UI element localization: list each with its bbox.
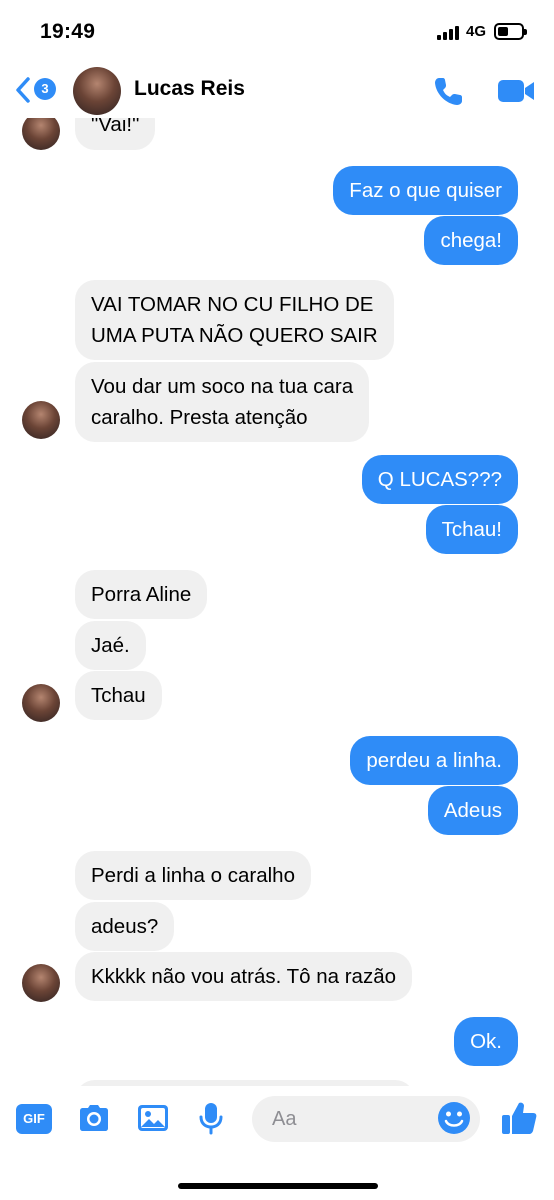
message-bubble[interactable]: Adeus — [427, 786, 518, 835]
message-bubble[interactable]: Tchau — [75, 671, 162, 720]
message-bubble[interactable]: Vou dar um soco na tua cara caralho. Pre… — [75, 362, 370, 442]
message-bubble[interactable]: Faz o que quiser — [333, 166, 518, 215]
network-label: 4G — [466, 23, 487, 40]
status-time: 19:49 — [40, 20, 96, 43]
message-bubble[interactable]: Ok. — [454, 1017, 518, 1066]
message-line: VAI TOMAR NO CU FILHO DE — [91, 293, 374, 316]
phone-icon[interactable] — [430, 74, 466, 110]
message-bubble[interactable]: Perdi a linha o caralho — [75, 851, 311, 900]
contact-avatar[interactable] — [73, 67, 121, 115]
sender-avatar — [22, 684, 60, 722]
message-bubble[interactable]: VAI TOMAR NO CU FILHO DE UMA PUTA NÃO QU… — [75, 280, 394, 360]
status-bar: 19:49 4G — [0, 0, 554, 62]
message-bubble[interactable]: Tchau! — [425, 505, 518, 554]
camera-icon[interactable] — [76, 1100, 112, 1136]
back-button[interactable]: 3 — [14, 74, 62, 106]
like-icon[interactable] — [500, 1100, 538, 1136]
contact-name[interactable]: Lucas Reis — [134, 77, 245, 101]
message-list[interactable]: "Vai!" Faz o que quiser chega! VAI TOMAR… — [0, 118, 554, 1086]
message-bubble[interactable]: Kkkkk não vou atrás. Tô na razão — [75, 952, 413, 1001]
message-bubble[interactable]: Q LUCAS??? — [361, 455, 518, 504]
battery-icon — [494, 23, 527, 40]
message-line: Vou dar um soco na tua cara — [91, 375, 354, 398]
video-call-icon[interactable] — [496, 76, 536, 106]
chevron-left-icon — [16, 77, 30, 103]
sender-avatar — [22, 118, 60, 150]
message-bubble[interactable]: "Vai!" — [75, 118, 156, 150]
signal-icon — [437, 26, 461, 40]
sender-avatar — [22, 964, 60, 1002]
unread-badge: 3 — [34, 78, 56, 100]
message-line: caralho. Presta atenção — [91, 406, 308, 429]
message-bubble[interactable]: chega! — [424, 216, 518, 265]
sender-avatar — [22, 401, 60, 439]
emoji-icon[interactable] — [437, 1101, 471, 1135]
home-indicator — [178, 1183, 378, 1189]
message-bubble[interactable]: adeus? — [75, 902, 175, 951]
image-icon[interactable] — [135, 1100, 171, 1136]
chat-header: 3 Lucas Reis — [0, 62, 554, 118]
message-bubble[interactable]: Jaé. — [75, 621, 146, 670]
message-bubble[interactable]: perdeu a linha. — [350, 736, 518, 785]
microphone-icon[interactable] — [196, 1100, 226, 1136]
message-bubble[interactable]: Porra Aline — [75, 570, 208, 619]
message-line: UMA PUTA NÃO QUERO SAIR — [91, 324, 378, 347]
gif-button[interactable]: GIF — [16, 1104, 52, 1134]
